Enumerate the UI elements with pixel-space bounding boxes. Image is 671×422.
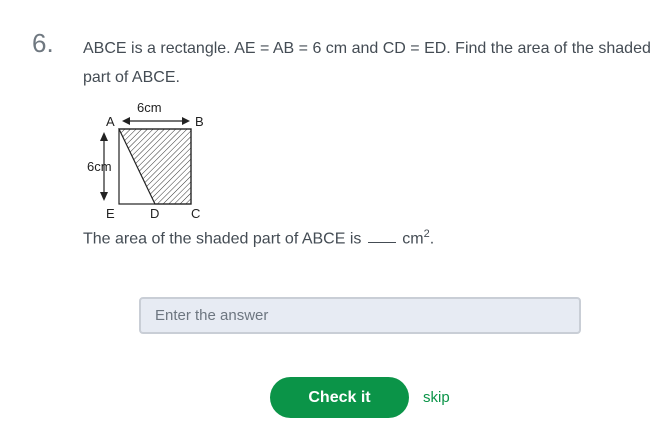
answer-prompt-text: The area of the shaded part of ABCE is: [83, 230, 362, 248]
rectangle-diagram: A B C D E 6cm 6cm: [87, 100, 204, 221]
question-number: 6.: [32, 28, 54, 58]
answer-unit: cm: [402, 230, 424, 248]
answer-prompt-end: .: [429, 230, 435, 248]
question-text: ABCE is a rectangle. AE = AB = 6 cm and …: [83, 40, 651, 86]
check-it-button[interactable]: Check it: [270, 377, 409, 418]
shaded-region: [118, 128, 192, 205]
answer-blank: [367, 230, 396, 244]
answer-input[interactable]: [139, 297, 581, 334]
label-e: E: [106, 206, 115, 221]
answer-prompt: The area of the shaded part of ABCE is c…: [83, 228, 434, 248]
skip-link[interactable]: skip: [423, 389, 450, 406]
label-b: B: [195, 114, 204, 129]
label-c: C: [191, 206, 200, 221]
label-side-measure: 6cm: [87, 159, 112, 174]
label-top-measure: 6cm: [137, 100, 162, 115]
geometry-figure: A B C D E 6cm 6cm: [84, 96, 214, 224]
label-d: D: [150, 206, 159, 221]
label-a: A: [106, 114, 115, 129]
